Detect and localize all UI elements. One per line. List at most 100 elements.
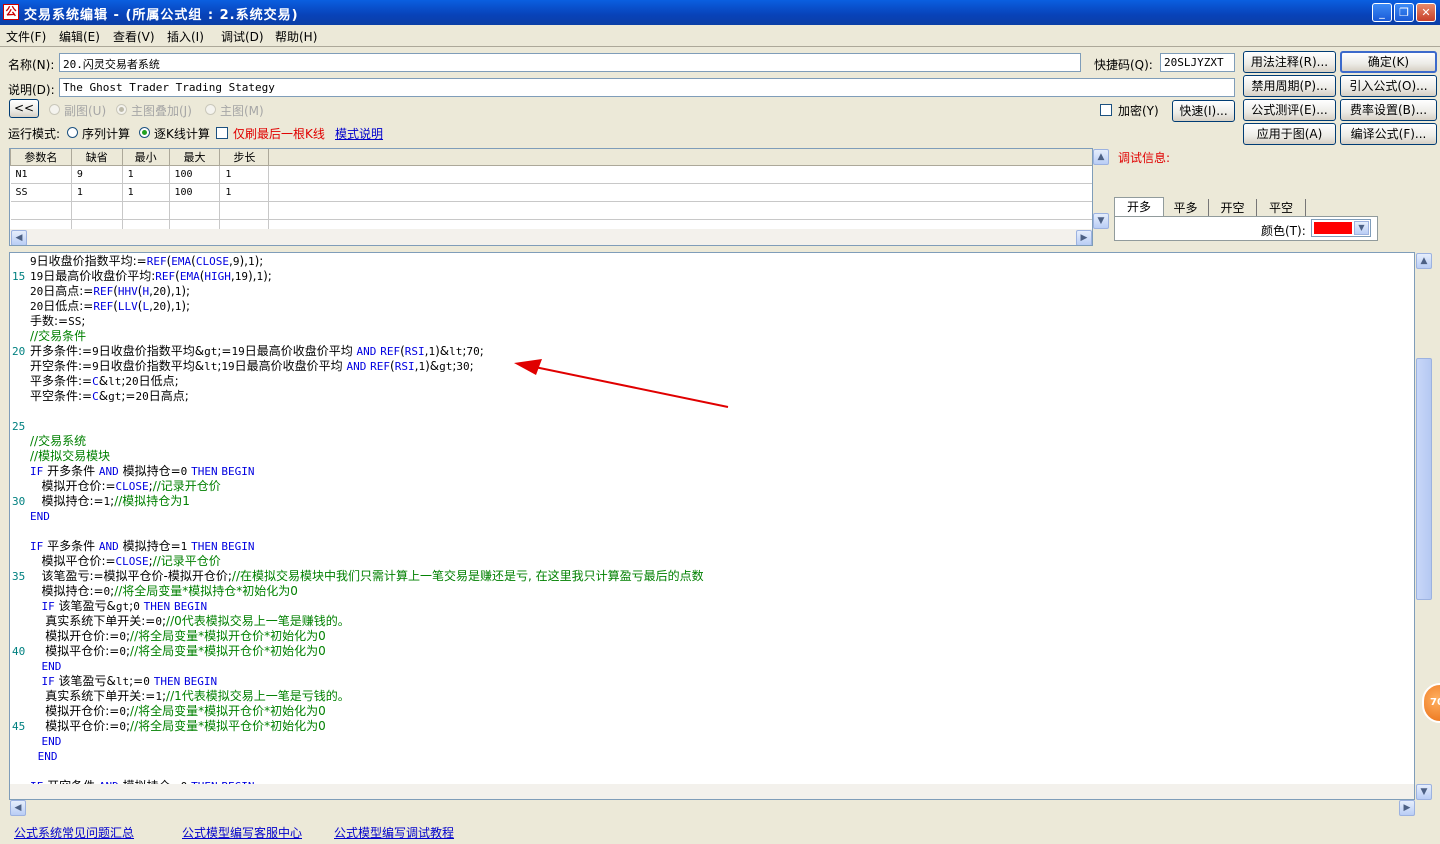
scroll-up-icon[interactable]: ▲ (1093, 149, 1109, 165)
last-bar-only-checkbox[interactable] (216, 127, 228, 139)
code-text: END (41, 660, 62, 673)
line-number (12, 389, 30, 404)
param-cell[interactable]: N1 (10, 165, 72, 184)
sub-chart-radio[interactable] (49, 104, 60, 115)
per-bar-calc-radio[interactable] (139, 127, 150, 138)
menu-insert[interactable]: 插入(I) (167, 28, 204, 45)
code-text: 模拟开仓价:=CLOSE;//记录开仓价 (30, 479, 221, 493)
restore-button[interactable]: ❐ (1394, 3, 1414, 22)
scroll-right-icon[interactable]: ▶ (1399, 800, 1415, 816)
table-row[interactable]: N1 9 1 100 1 (10, 165, 1092, 184)
color-select[interactable]: ▼ (1311, 219, 1371, 237)
param-cell[interactable]: 9 (71, 165, 123, 184)
menu-help[interactable]: 帮助(H) (275, 28, 317, 45)
line-number (12, 299, 30, 314)
line-number (12, 524, 30, 539)
scroll-left-icon[interactable]: ◀ (10, 800, 26, 816)
description-field[interactable]: The Ghost Trader Trading Stategy (59, 78, 1235, 97)
sub-chart-label: 副图(U) (64, 104, 107, 118)
parameter-table: 参数名 缺省 最小 最大 步长 N1 9 1 100 1 SS 1 1 100 … (9, 148, 1093, 246)
formula-test-button[interactable]: 公式测评(E)... (1243, 99, 1336, 121)
code-hscrollbar[interactable] (10, 784, 1414, 799)
code-text: 模拟平仓价:=CLOSE;//记录平仓价 (30, 554, 221, 568)
param-header-name: 参数名 (10, 149, 72, 166)
collapse-button[interactable]: << (9, 99, 39, 118)
code-text: IF 平多条件 AND 模拟持仓=1 THEN BEGIN (30, 539, 255, 553)
tab-close-long[interactable]: 平多 (1163, 199, 1209, 217)
line-number (12, 449, 30, 464)
param-cell[interactable]: 1 (219, 165, 270, 184)
tutorial-link[interactable]: 公式模型编写调试教程 (334, 824, 454, 841)
tab-open-long[interactable]: 开多 (1114, 197, 1164, 216)
param-cell[interactable]: 100 (169, 183, 221, 202)
scroll-up-icon[interactable]: ▲ (1416, 253, 1432, 269)
minimize-button[interactable]: _ (1372, 3, 1392, 22)
code-text: 模拟开仓价:=0;//将全局变量*模拟开仓价*初始化为0 (30, 629, 326, 643)
code-text: 模拟平仓价:=0;//将全局变量*模拟开仓价*初始化为0 (30, 644, 326, 658)
line-number (12, 614, 30, 629)
code-text: 20日高点:=REF(HHV(H,20),1); (30, 284, 191, 298)
param-cell[interactable]: SS (10, 183, 72, 202)
service-center-link[interactable]: 公式模型编写客服中心 (182, 824, 302, 841)
main-overlay-label: 主图叠加(J) (131, 104, 192, 118)
line-number (12, 359, 30, 374)
menu-view[interactable]: 查看(V) (113, 28, 155, 45)
usage-note-button[interactable]: 用法注释(R)... (1243, 51, 1336, 73)
param-cell[interactable]: 1 (122, 165, 170, 184)
param-cell-filler (268, 183, 1092, 202)
shortcut-field[interactable]: 20SLJYZXT (1160, 53, 1235, 72)
scroll-down-icon[interactable]: ▼ (1093, 213, 1109, 229)
line-number (12, 314, 30, 329)
quick-button[interactable]: 快速(I)... (1172, 100, 1235, 122)
menu-edit[interactable]: 编辑(E) (59, 28, 100, 45)
param-cell[interactable]: 100 (169, 165, 221, 184)
chevron-down-icon[interactable]: ▼ (1354, 221, 1369, 235)
param-cell-filler (268, 165, 1092, 184)
window-title: 交易系统编辑 - (所属公式组 : 2.系统交易) (24, 8, 299, 23)
debug-info-label: 调试信息: (1118, 151, 1171, 165)
menu-debug[interactable]: 调试(D) (221, 28, 264, 45)
param-cell[interactable]: 1 (71, 183, 123, 202)
code-text: //交易系统 (30, 434, 87, 448)
code-editor[interactable]: 9日收盘价指数平均:=REF(EMA(CLOSE,9),1); 15 19日最高价收… (9, 252, 1415, 800)
menu-file[interactable]: 文件(F) (6, 28, 46, 45)
import-formula-button[interactable]: 引入公式(O)... (1340, 75, 1437, 97)
scroll-left-icon[interactable]: ◀ (11, 230, 27, 245)
disable-period-button[interactable]: 禁用周期(P)... (1243, 75, 1336, 97)
close-button[interactable]: ✕ (1416, 3, 1436, 22)
scroll-down-icon[interactable]: ▼ (1416, 784, 1432, 800)
tab-open-short[interactable]: 开空 (1209, 199, 1257, 217)
compile-formula-button[interactable]: 编译公式(F)... (1340, 123, 1437, 145)
code-text: 19日最高价收盘价平均:REF(EMA(HIGH,19),1); (30, 269, 272, 283)
name-field[interactable]: 20.闪灵交易者系统 (59, 53, 1081, 72)
param-cell[interactable]: 1 (122, 183, 170, 202)
table-row[interactable]: SS 1 1 100 1 (10, 183, 1092, 202)
line-number (12, 734, 30, 749)
code-text: 真实系统下单开关:=0;//0代表模拟交易上一笔是赚钱的。 (30, 614, 350, 628)
param-hscrollbar[interactable] (10, 229, 1092, 245)
code-text: IF 该笔盈亏&gt;0 THEN BEGIN (41, 599, 208, 613)
line-number (12, 509, 30, 524)
side-badge[interactable]: 70 (1422, 683, 1440, 723)
table-row[interactable] (10, 201, 1092, 220)
apply-to-chart-button[interactable]: 应用于图(A) (1243, 123, 1336, 145)
color-swatch (1314, 222, 1352, 234)
sequence-calc-radio[interactable] (67, 127, 78, 138)
main-chart-radio[interactable] (205, 104, 216, 115)
code-text: 平多条件:=C&lt;20日低点; (30, 374, 179, 388)
confirm-button[interactable]: 确定(K) (1340, 51, 1437, 73)
faq-link[interactable]: 公式系统常见问题汇总 (14, 824, 134, 841)
line-number (12, 404, 30, 419)
encrypt-label: 加密(Y) (1118, 104, 1159, 118)
code-scroll-thumb[interactable] (1416, 358, 1432, 600)
mode-help-link[interactable]: 模式说明 (335, 125, 383, 142)
param-cell[interactable]: 1 (219, 183, 270, 202)
line-number (12, 374, 30, 389)
scroll-right-icon[interactable]: ▶ (1076, 230, 1092, 245)
fee-setting-button[interactable]: 费率设置(B)... (1340, 99, 1437, 121)
code-text: 该笔盈亏:=模拟平仓价-模拟开仓价;//在模拟交易模块中我们只需计算上一笔交易是… (30, 569, 704, 583)
line-number (12, 764, 30, 779)
tab-close-short[interactable]: 平空 (1257, 199, 1306, 217)
encrypt-checkbox[interactable] (1100, 104, 1112, 116)
main-overlay-radio[interactable] (116, 104, 127, 115)
